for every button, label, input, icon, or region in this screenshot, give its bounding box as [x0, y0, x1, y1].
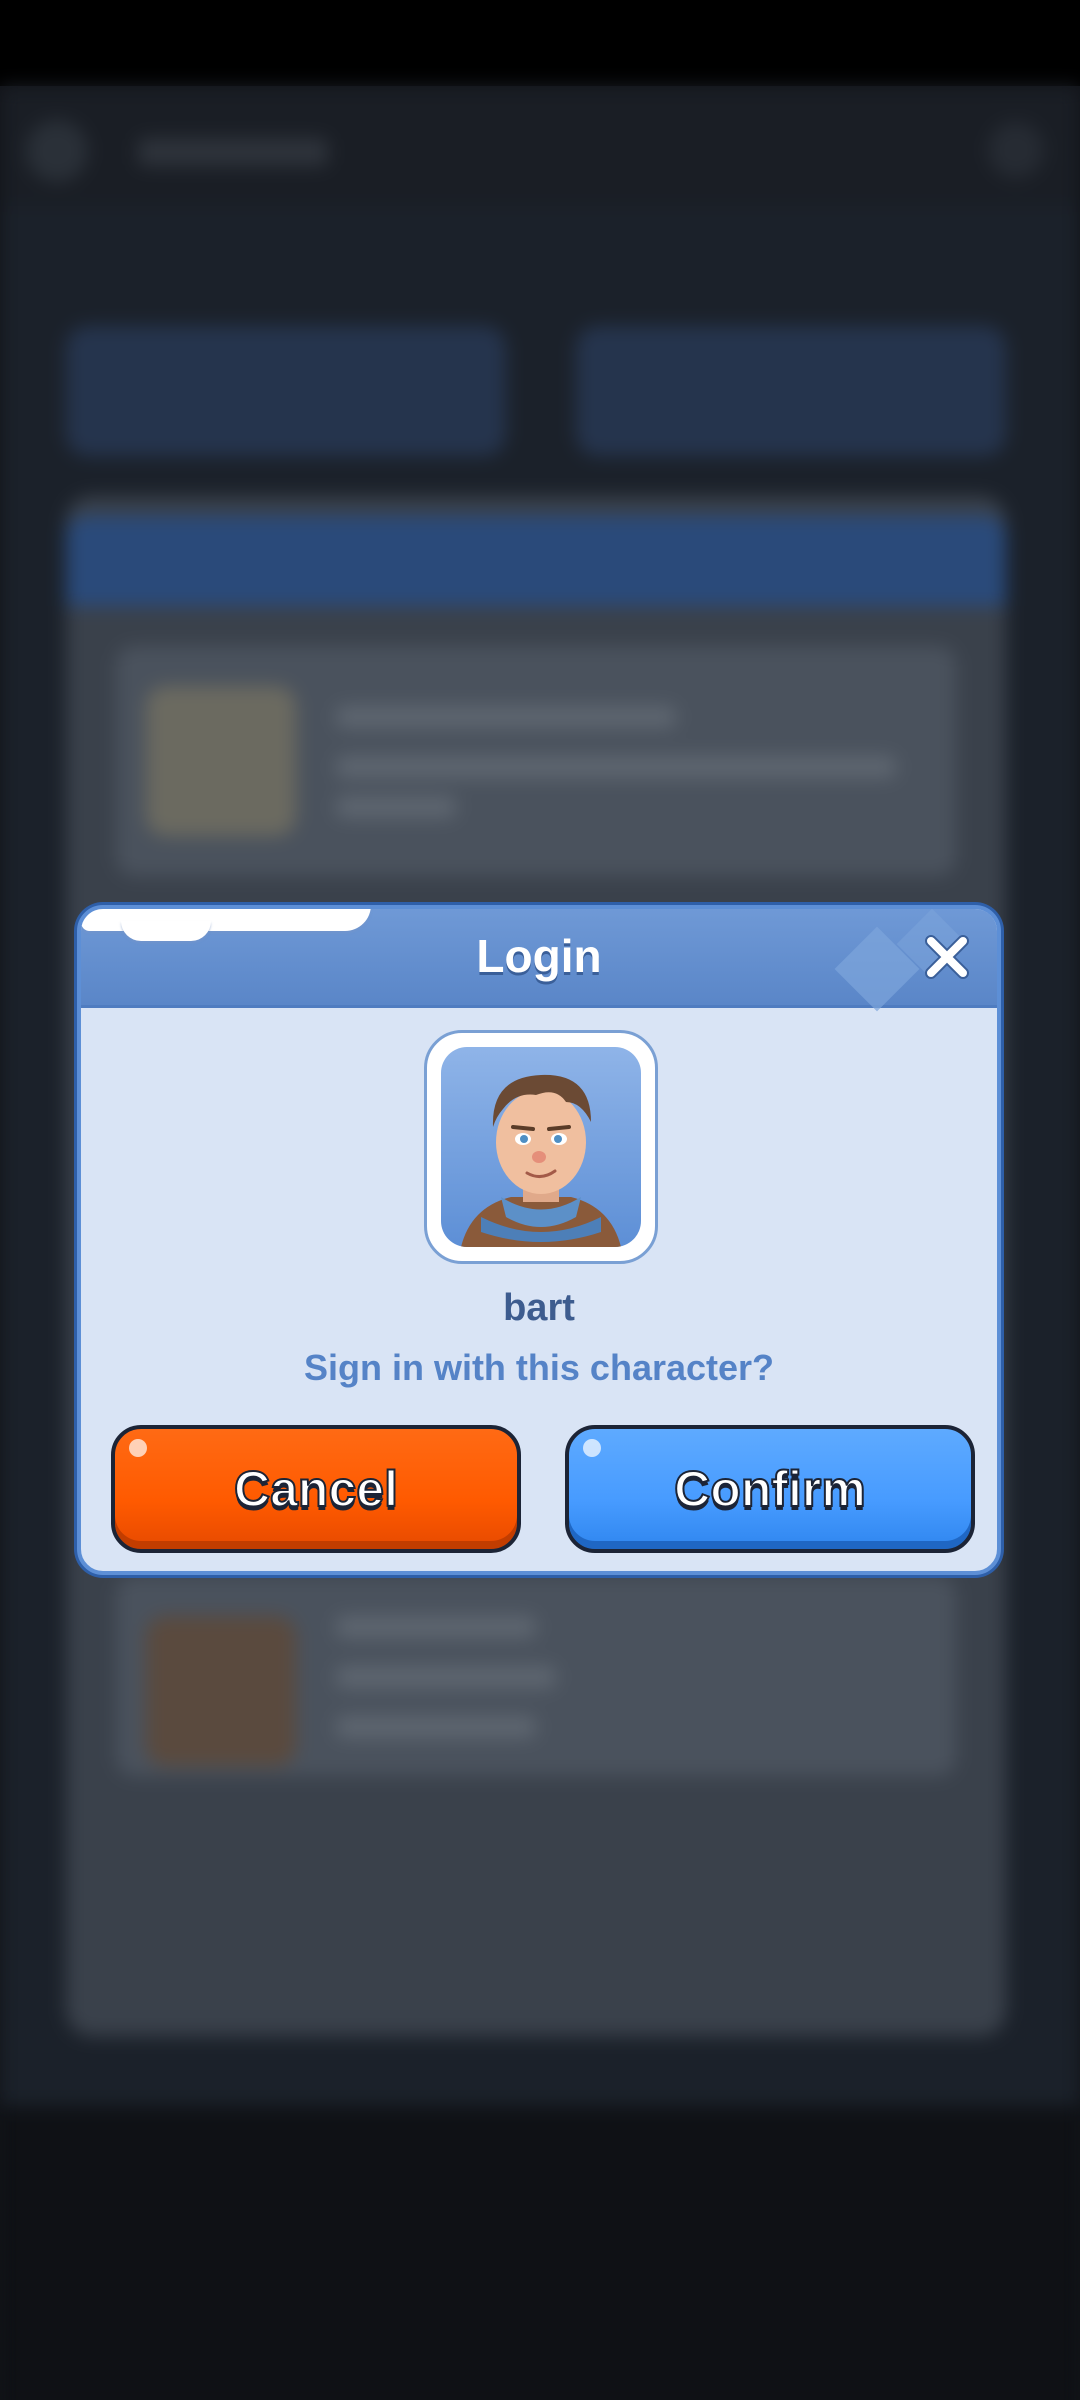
confirm-button[interactable]: Confirm	[565, 1425, 975, 1553]
background-card-line	[336, 796, 456, 818]
background-bottom	[0, 2106, 1080, 2400]
background-card-line	[336, 756, 896, 778]
background-avatar	[26, 120, 88, 182]
status-bar	[0, 0, 1080, 86]
background-tab-left	[66, 326, 506, 456]
cancel-button[interactable]: Cancel	[111, 1425, 521, 1553]
background-card-line	[336, 1616, 536, 1638]
button-shine	[583, 1439, 601, 1457]
background-title	[138, 138, 328, 166]
screen: Login bart Sign in with this character? …	[0, 0, 1080, 2400]
background-card-icon	[146, 1616, 296, 1766]
login-dialog: Login bart Sign in with this character? …	[77, 905, 1001, 1575]
confirm-button-label: Confirm	[673, 1460, 867, 1518]
background-card-line	[336, 1716, 536, 1738]
background-panel-header	[66, 516, 1006, 606]
character-portrait-icon	[441, 1047, 641, 1247]
background-card-icon	[146, 686, 296, 836]
background-card-line	[336, 1666, 556, 1688]
background-icon	[988, 122, 1044, 178]
button-shine	[129, 1439, 147, 1457]
character-name: bart	[503, 1287, 575, 1329]
background-card	[116, 1576, 956, 1776]
background-tab-right	[576, 326, 1006, 456]
background-card	[116, 646, 956, 876]
dialog-title: Login	[476, 930, 602, 982]
cancel-button-label: Cancel	[233, 1460, 399, 1518]
dialog-header: Login	[81, 909, 997, 1012]
background-card-line	[336, 706, 676, 728]
close-icon	[925, 935, 969, 979]
login-prompt: Sign in with this character?	[303, 1347, 775, 1388]
close-button[interactable]	[915, 925, 979, 989]
character-avatar	[424, 1030, 658, 1264]
background-topbar	[0, 86, 1080, 206]
